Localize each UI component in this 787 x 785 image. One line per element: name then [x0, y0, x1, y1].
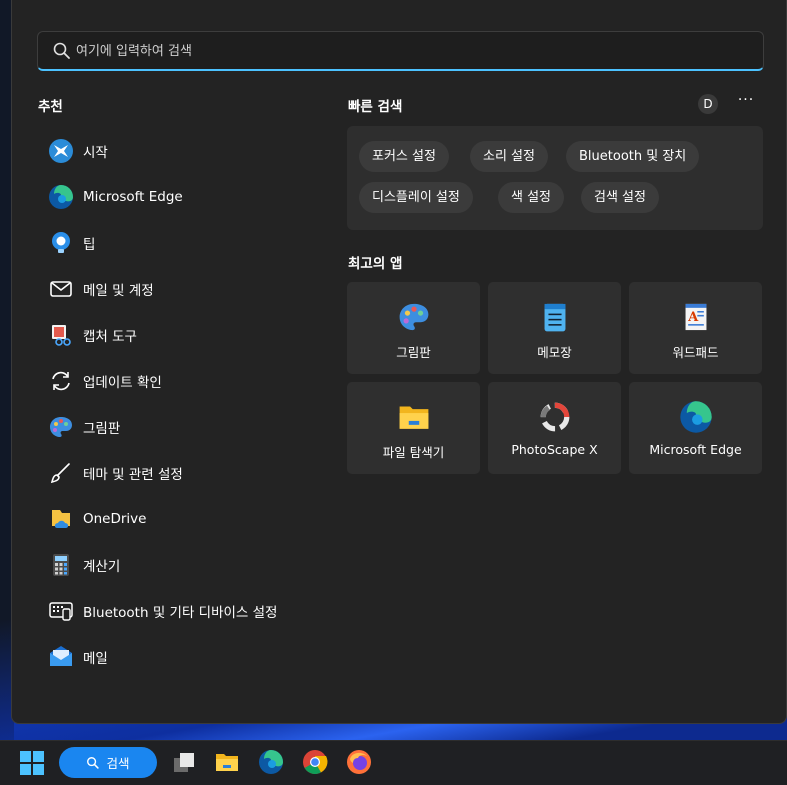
mail-outline-icon [48, 276, 74, 302]
calculator-icon [48, 552, 74, 578]
recommended-item-label: Bluetooth 및 기타 디바이스 설정 [83, 605, 278, 621]
search-icon [53, 42, 70, 59]
app-tile-edge[interactable]: Microsoft Edge [629, 382, 762, 474]
mail-app-icon [48, 644, 74, 670]
app-tile-notepad[interactable]: 메모장 [488, 282, 621, 374]
recommended-item-label: 계산기 [83, 559, 121, 575]
app-tile-photoscape-x[interactable]: PhotoScape X [488, 382, 621, 474]
taskbar-search-label: 검색 [106, 756, 130, 771]
account-avatar[interactable]: D [698, 94, 718, 114]
app-tile-label: PhotoScape X [511, 442, 598, 457]
chip-search-settings[interactable]: 검색 설정 [581, 182, 659, 213]
search-box[interactable] [37, 31, 764, 71]
onedrive-icon [48, 506, 74, 532]
recommended-item-label: 팁 [83, 237, 96, 253]
get-started-icon [48, 138, 74, 164]
chrome-icon[interactable] [302, 749, 328, 775]
recommended-item-bluetooth-devices[interactable]: Bluetooth 및 기타 디바이스 설정 [48, 588, 338, 634]
recommended-item-label: OneDrive [83, 511, 147, 527]
top-apps-title: 최고의 앱 [348, 256, 403, 272]
chip-bluetooth-devices[interactable]: Bluetooth 및 장치 [566, 141, 700, 172]
recommended-item-label: Microsoft Edge [83, 189, 183, 205]
windows-start-icon[interactable] [20, 751, 44, 775]
search-icon [87, 756, 100, 769]
file-explorer-icon[interactable] [214, 749, 240, 775]
edge-icon[interactable] [258, 749, 284, 775]
recommended-item-snipping-tool[interactable]: 캡처 도구 [48, 312, 338, 358]
edge-icon [48, 184, 74, 210]
taskbar: 검색 [0, 740, 787, 785]
search-input[interactable] [76, 38, 736, 64]
app-tile-file-explorer[interactable]: 파일 탐색기 [347, 382, 480, 474]
recommended-item-label: 테마 및 관련 설정 [83, 467, 183, 483]
more-options-button[interactable]: ··· [734, 92, 758, 112]
recommended-item-mail[interactable]: 메일 [48, 634, 338, 680]
file-explorer-icon [399, 406, 428, 429]
recommended-title: 추천 [38, 99, 63, 115]
chip-sound-settings[interactable]: 소리 설정 [470, 141, 548, 172]
recommended-item-label: 메일 [83, 651, 108, 667]
paint-palette-icon [48, 414, 74, 440]
recommended-item-label: 메일 및 계정 [83, 283, 154, 299]
recommended-item-themes[interactable]: 테마 및 관련 설정 [48, 450, 338, 496]
paint-palette-icon [399, 303, 428, 331]
app-tile-label: 그림판 [396, 345, 431, 360]
keyboard-device-icon [48, 598, 74, 624]
recommended-item-onedrive[interactable]: OneDrive [48, 496, 338, 542]
taskbar-search-button[interactable]: 검색 [59, 747, 157, 778]
chip-color-settings[interactable]: 색 설정 [498, 182, 565, 213]
app-tile-label: 워드패드 [672, 345, 719, 360]
app-tile-paint[interactable]: 그림판 [347, 282, 480, 374]
refresh-icon [48, 368, 74, 394]
recommended-item-tips[interactable]: 팁 [48, 220, 338, 266]
recommended-item-label: 그림판 [83, 421, 121, 437]
recommended-item-calculator[interactable]: 계산기 [48, 542, 338, 588]
quick-search-chips: 포커스 설정 소리 설정 Bluetooth 및 장치 디스플레이 설정 색 설… [347, 126, 763, 230]
wordpad-icon: A [685, 303, 706, 331]
snipping-tool-icon [48, 322, 74, 348]
start-search-panel: 추천 시작 Microsoft Edge [11, 0, 787, 724]
recommended-item-label: 업데이트 확인 [83, 375, 162, 391]
app-tile-wordpad[interactable]: A 워드패드 [629, 282, 762, 374]
recommended-item-check-updates[interactable]: 업데이트 확인 [48, 358, 338, 404]
photoscape-icon [540, 402, 569, 432]
recommended-item-get-started[interactable]: 시작 [48, 128, 338, 174]
app-tile-label: 파일 탐색기 [382, 445, 445, 460]
chip-focus-settings[interactable]: 포커스 설정 [359, 141, 449, 172]
recommended-item-mail-accounts[interactable]: 메일 및 계정 [48, 266, 338, 312]
chip-display-settings[interactable]: 디스플레이 설정 [359, 182, 473, 213]
tips-bulb-icon [48, 230, 74, 256]
firefox-icon[interactable] [346, 749, 372, 775]
recommended-item-paint[interactable]: 그림판 [48, 404, 338, 450]
recommended-item-edge[interactable]: Microsoft Edge [48, 174, 338, 220]
recommended-item-label: 시작 [83, 145, 108, 161]
quick-search-title: 빠른 검색 [348, 99, 403, 115]
recommended-list: 시작 Microsoft Edge 팁 메일 및 계정 캡처 도구 업데이트 확… [48, 128, 338, 680]
recommended-item-label: 캡처 도구 [83, 329, 137, 345]
app-tile-label: Microsoft Edge [649, 442, 742, 457]
edge-icon [679, 401, 712, 433]
brush-icon [48, 460, 74, 486]
notepad-icon [544, 303, 565, 332]
task-view-icon[interactable] [171, 749, 197, 775]
app-tile-label: 메모장 [537, 345, 572, 360]
